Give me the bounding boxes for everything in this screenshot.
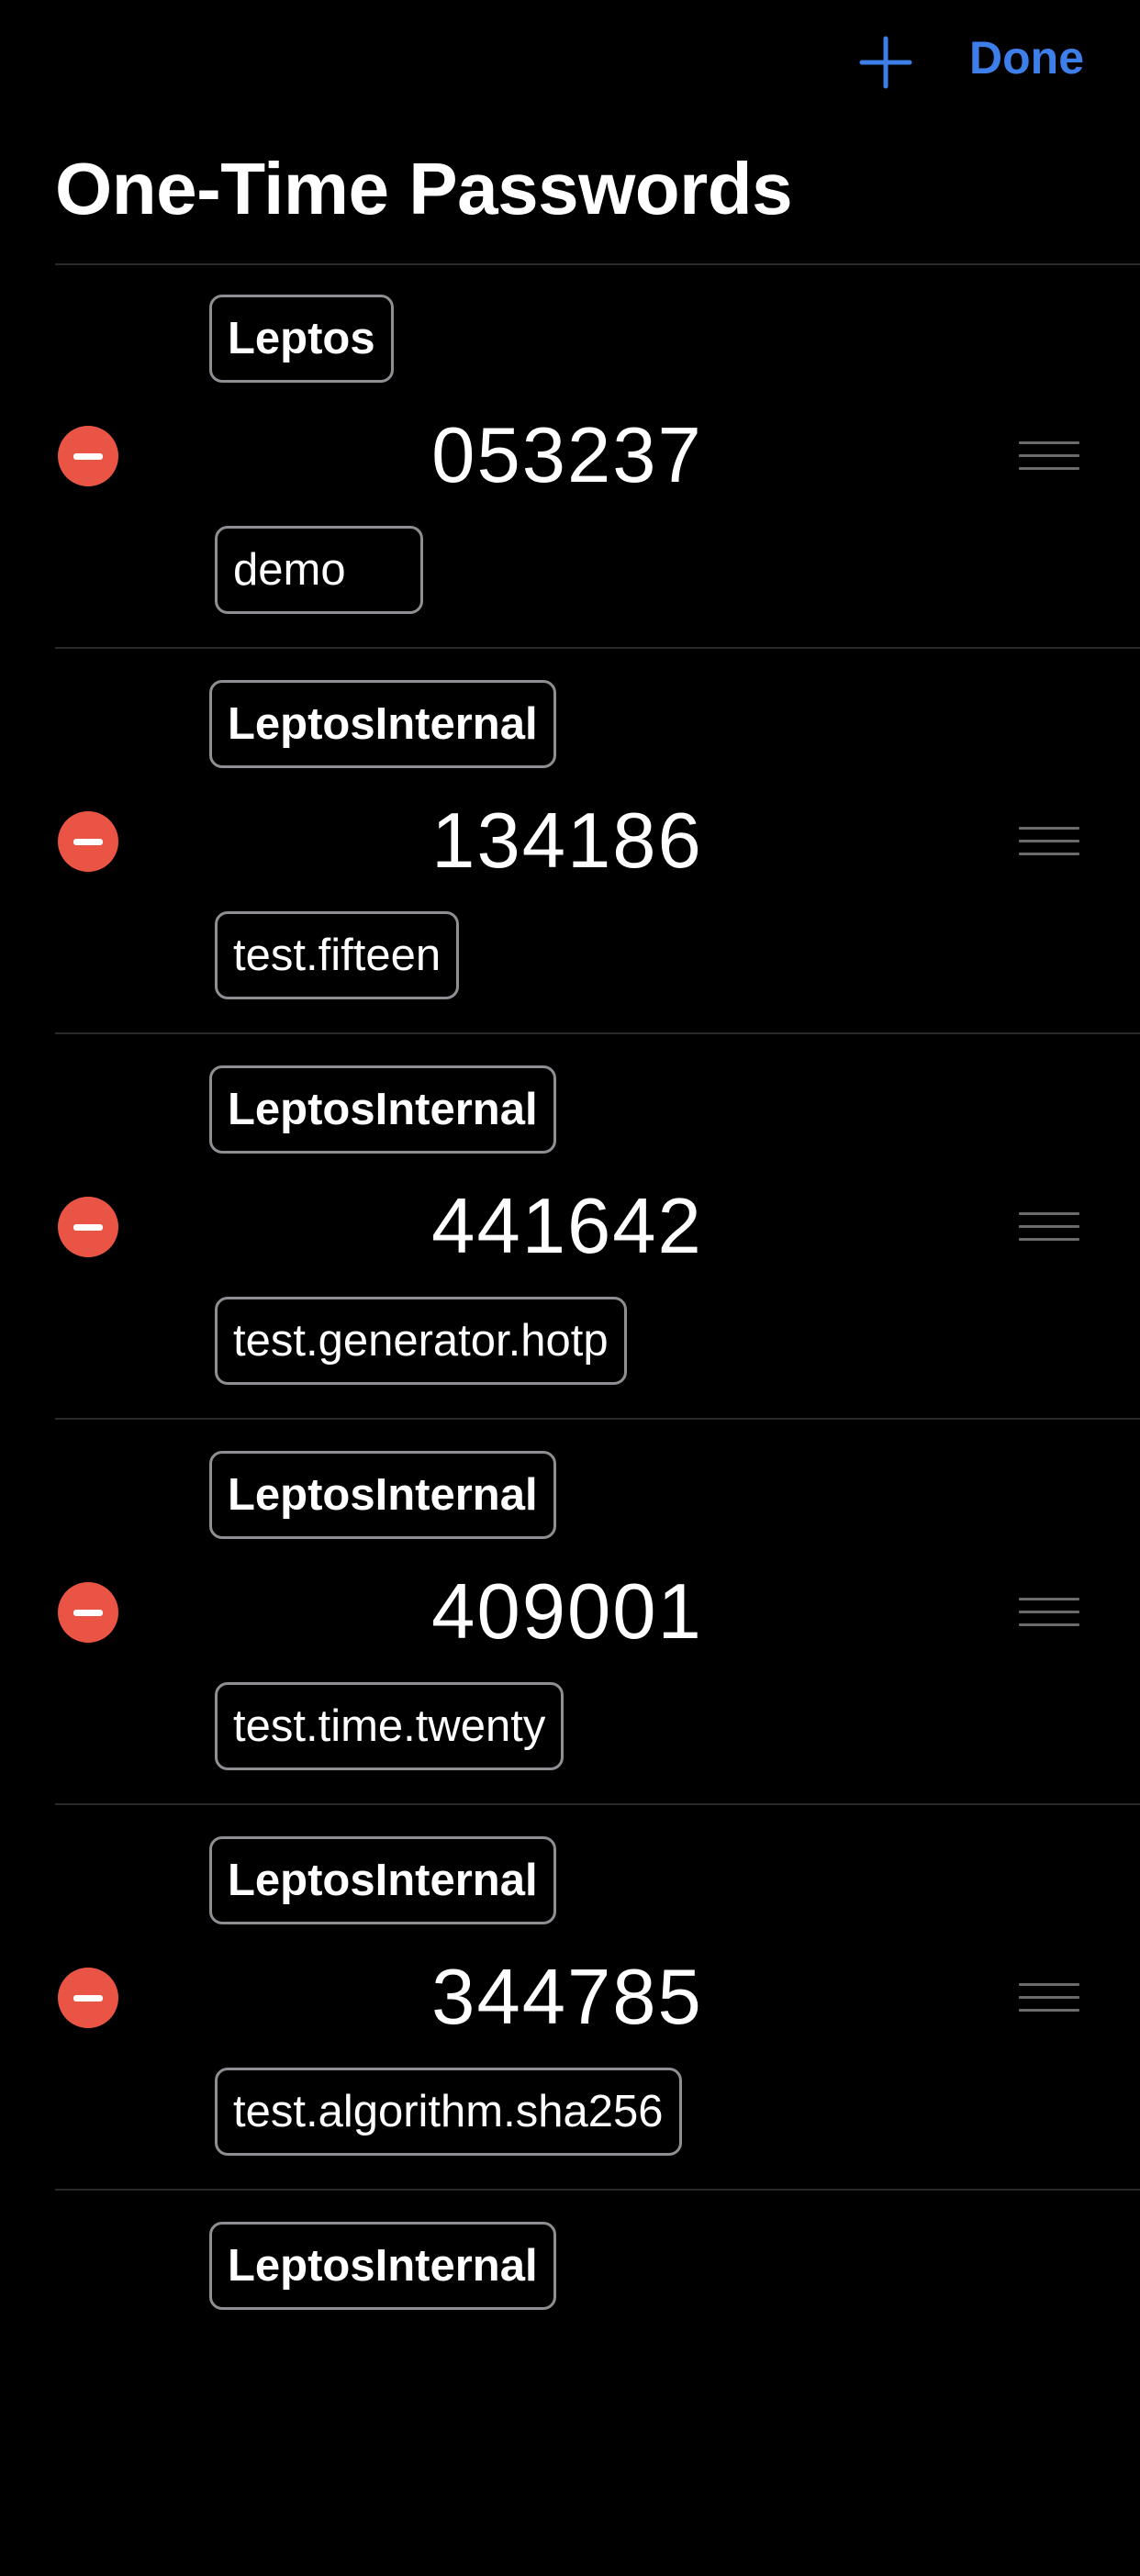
- issuer-field[interactable]: LeptosInternal: [209, 680, 556, 768]
- plus-icon: [859, 36, 912, 89]
- account-field[interactable]: test.time.twenty: [215, 1682, 564, 1770]
- list-item: Leptos 053237 demo: [0, 263, 1140, 649]
- add-button[interactable]: [858, 35, 913, 90]
- list-item: LeptosInternal: [0, 2191, 1140, 2576]
- navigation-bar: Done: [0, 0, 1140, 128]
- account-field[interactable]: test.algorithm.sha256: [215, 2068, 682, 2156]
- otp-code: 053237: [431, 412, 703, 499]
- reorder-handle-icon[interactable]: [1019, 1983, 1079, 2014]
- page-title: One-Time Passwords: [55, 148, 793, 229]
- otp-code: 441642: [431, 1183, 703, 1270]
- account-field[interactable]: test.fifteen: [215, 911, 460, 999]
- otp-code: 344785: [431, 1954, 703, 2041]
- issuer-field[interactable]: LeptosInternal: [209, 1065, 556, 1154]
- list-item: LeptosInternal 441642 test.generator.hot…: [0, 1034, 1140, 1420]
- issuer-field[interactable]: LeptosInternal: [209, 1836, 556, 1924]
- delete-button[interactable]: [58, 1968, 118, 2028]
- list-item: LeptosInternal 134186 test.fifteen: [0, 649, 1140, 1034]
- otp-code: 134186: [431, 797, 703, 885]
- reorder-handle-icon[interactable]: [1019, 441, 1079, 473]
- password-list: Leptos 053237 demo LeptosInternal 134186…: [0, 263, 1140, 2576]
- delete-button[interactable]: [58, 1197, 118, 1257]
- reorder-handle-icon[interactable]: [1019, 1598, 1079, 1629]
- issuer-field[interactable]: LeptosInternal: [209, 1451, 556, 1539]
- delete-button[interactable]: [58, 1582, 118, 1643]
- account-field[interactable]: test.generator.hotp: [215, 1297, 627, 1385]
- list-item: LeptosInternal 409001 test.time.twenty: [0, 1420, 1140, 1805]
- account-field[interactable]: demo: [215, 526, 423, 614]
- delete-button[interactable]: [58, 426, 118, 486]
- done-button[interactable]: Done: [969, 31, 1084, 84]
- list-item: LeptosInternal 344785 test.algorithm.sha…: [0, 1805, 1140, 2191]
- issuer-field[interactable]: Leptos: [209, 295, 394, 383]
- otp-code: 409001: [431, 1568, 703, 1656]
- delete-button[interactable]: [58, 811, 118, 872]
- issuer-field[interactable]: LeptosInternal: [209, 2222, 556, 2310]
- reorder-handle-icon[interactable]: [1019, 1212, 1079, 1243]
- reorder-handle-icon[interactable]: [1019, 827, 1079, 858]
